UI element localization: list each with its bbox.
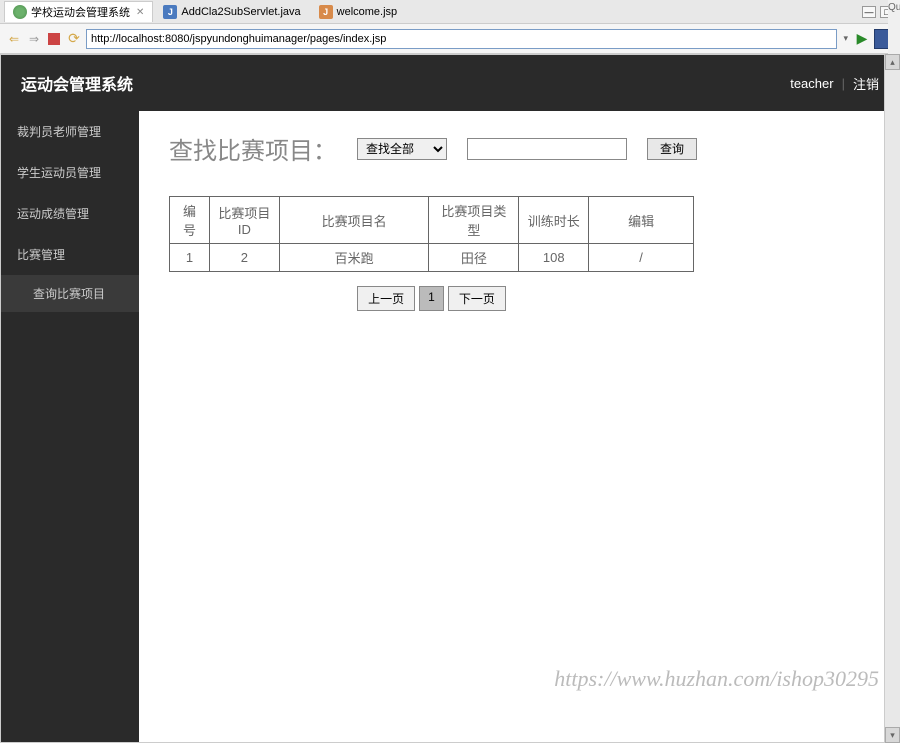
header-user-area: teacher | 注销	[790, 74, 879, 93]
prev-page-button[interactable]: 上一页	[357, 286, 415, 311]
main-content: 查找比赛项目： 查找全部 查询 编号 比赛项目ID 比赛项目名 比赛项目类型 训…	[139, 111, 899, 742]
sidebar-item-athlete[interactable]: 学生运动员管理	[1, 152, 139, 193]
minimize-button[interactable]: —	[862, 6, 876, 18]
tab-label: AddCla2SubServlet.java	[181, 6, 300, 18]
search-type-select[interactable]: 查找全部	[357, 138, 447, 160]
cell-name: 百米跑	[279, 244, 429, 272]
cell-type: 田径	[429, 244, 519, 272]
next-page-button[interactable]: 下一页	[448, 286, 506, 311]
close-icon[interactable]: ✕	[136, 7, 144, 18]
table-row: 1 2 百米跑 田径 108 /	[170, 244, 694, 272]
sidebar-item-results[interactable]: 运动成绩管理	[1, 193, 139, 234]
cell-edit[interactable]: /	[589, 244, 694, 272]
cell-id: 2	[209, 244, 279, 272]
content-area: 裁判员老师管理 学生运动员管理 运动成绩管理 比赛管理 查询比赛项目 查找比赛项…	[1, 111, 899, 742]
url-dropdown-icon[interactable]: ▾	[841, 33, 850, 44]
browser-toolbar: ⇐ ⇒ ⟳ ▾ ▶	[0, 24, 900, 54]
sidebar-item-referee[interactable]: 裁判员老师管理	[1, 111, 139, 152]
scroll-down-arrow[interactable]: ▾	[885, 727, 900, 743]
stop-button[interactable]	[46, 31, 62, 47]
tab-welcome-jsp[interactable]: J welcome.jsp	[311, 3, 406, 21]
scroll-up-arrow[interactable]: ▴	[885, 54, 900, 70]
app-header: 运动会管理系统 teacher | 注销	[1, 55, 899, 111]
search-button[interactable]: 查询	[647, 138, 697, 160]
browser-viewport: 运动会管理系统 teacher | 注销 裁判员老师管理 学生运动员管理 运动成…	[0, 54, 900, 743]
app-logo: 运动会管理系统	[21, 71, 133, 95]
cell-duration: 108	[519, 244, 589, 272]
search-keyword-input[interactable]	[467, 138, 627, 160]
globe-icon	[13, 5, 27, 19]
col-header-duration: 训练时长	[519, 197, 589, 244]
events-table: 编号 比赛项目ID 比赛项目名 比赛项目类型 训练时长 编辑 1 2 百米跑 田…	[169, 196, 694, 272]
search-title: 查找比赛项目：	[169, 131, 337, 166]
search-row: 查找比赛项目： 查找全部 查询	[169, 131, 869, 166]
current-user: teacher	[790, 76, 833, 91]
watermark: https://www.huzhan.com/ishop30295	[554, 666, 879, 692]
divider: |	[842, 76, 845, 91]
jsp-icon: J	[319, 5, 333, 19]
tab-sports-system[interactable]: 学校运动会管理系统 ✕	[4, 1, 153, 22]
editor-tabs-bar: 学校运动会管理系统 ✕ J AddCla2SubServlet.java J w…	[0, 0, 900, 24]
tab-label: welcome.jsp	[337, 6, 398, 18]
sidebar-subitem-query-event[interactable]: 查询比赛项目	[1, 275, 139, 312]
go-button[interactable]: ▶	[854, 31, 870, 47]
current-page: 1	[419, 286, 444, 311]
java-icon: J	[163, 5, 177, 19]
col-header-name: 比赛项目名	[279, 197, 429, 244]
vertical-scrollbar[interactable]: ▴ ▾	[884, 54, 900, 743]
tab-servlet-java[interactable]: J AddCla2SubServlet.java	[155, 3, 308, 21]
refresh-button[interactable]: ⟳	[66, 31, 82, 47]
tab-label: 学校运动会管理系统	[31, 4, 130, 20]
col-header-edit: 编辑	[589, 197, 694, 244]
pagination: 上一页 1 下一页	[169, 286, 694, 311]
sidebar: 裁判员老师管理 学生运动员管理 运动成绩管理 比赛管理 查询比赛项目	[1, 111, 139, 742]
logout-link[interactable]: 注销	[853, 74, 879, 93]
col-header-type: 比赛项目类型	[429, 197, 519, 244]
sidebar-item-competition[interactable]: 比赛管理	[1, 234, 139, 275]
col-header-no: 编号	[170, 197, 210, 244]
forward-button[interactable]: ⇒	[26, 31, 42, 47]
table-header-row: 编号 比赛项目ID 比赛项目名 比赛项目类型 训练时长 编辑	[170, 197, 694, 244]
back-button[interactable]: ⇐	[6, 31, 22, 47]
url-input[interactable]	[86, 29, 837, 49]
cell-no: 1	[170, 244, 210, 272]
col-header-id: 比赛项目ID	[209, 197, 279, 244]
